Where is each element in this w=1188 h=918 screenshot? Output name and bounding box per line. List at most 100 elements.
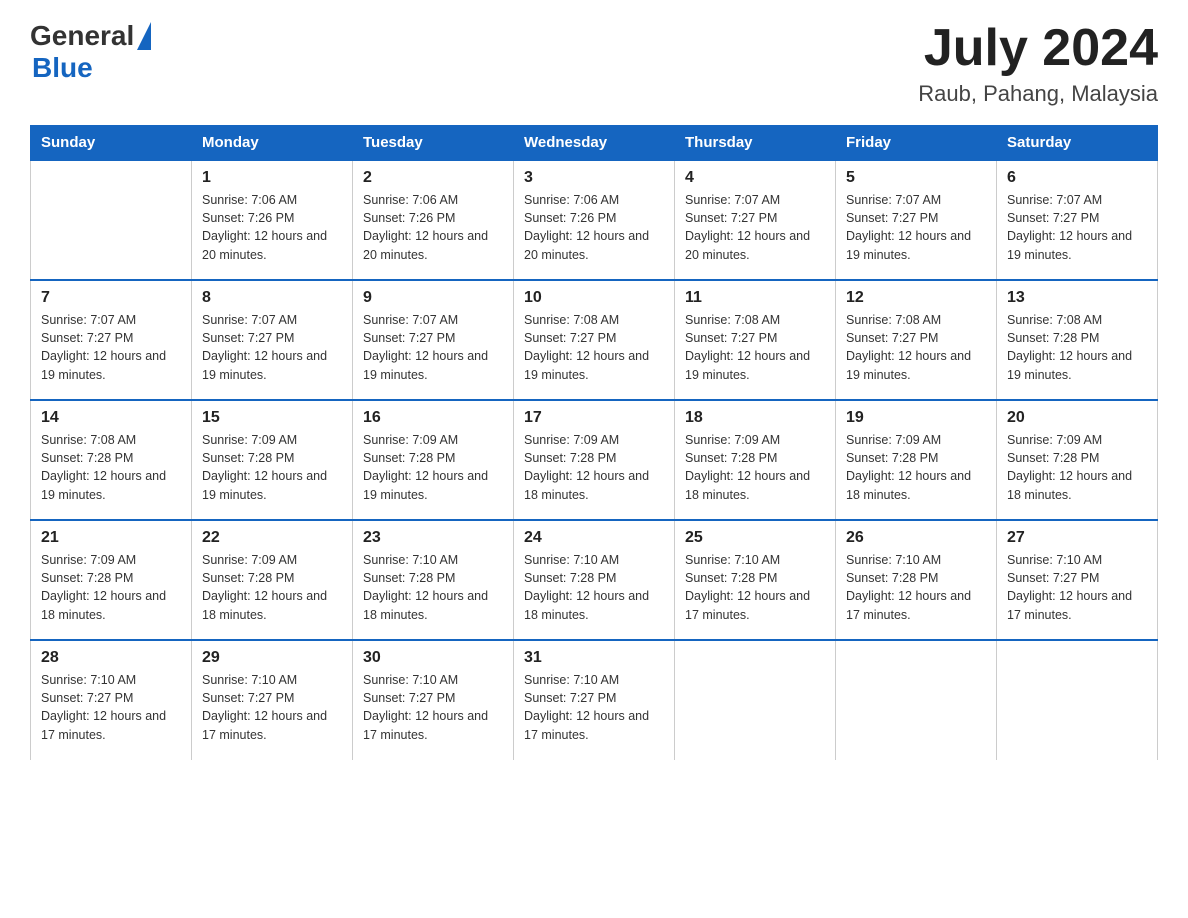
day-info: Sunrise: 7:09 AM Sunset: 7:28 PM Dayligh… [846,431,986,504]
header-monday: Monday [192,126,353,161]
day-number: 14 [41,409,181,427]
day-number: 1 [202,169,342,187]
day-number: 3 [524,169,664,187]
header-sunday: Sunday [31,126,192,161]
calendar-subtitle: Raub, Pahang, Malaysia [918,81,1158,107]
calendar-cell: 29 Sunrise: 7:10 AM Sunset: 7:27 PM Dayli… [192,640,353,760]
day-info: Sunrise: 7:06 AM Sunset: 7:26 PM Dayligh… [202,191,342,264]
calendar-cell: 31 Sunrise: 7:10 AM Sunset: 7:27 PM Dayli… [514,640,675,760]
calendar-cell [836,640,997,760]
header-tuesday: Tuesday [353,126,514,161]
calendar-cell: 14 Sunrise: 7:08 AM Sunset: 7:28 PM Dayli… [31,400,192,520]
day-info: Sunrise: 7:10 AM Sunset: 7:27 PM Dayligh… [524,671,664,744]
day-info: Sunrise: 7:08 AM Sunset: 7:27 PM Dayligh… [685,311,825,384]
day-info: Sunrise: 7:07 AM Sunset: 7:27 PM Dayligh… [363,311,503,384]
day-number: 15 [202,409,342,427]
day-info: Sunrise: 7:06 AM Sunset: 7:26 PM Dayligh… [363,191,503,264]
day-number: 31 [524,649,664,667]
header-saturday: Saturday [997,126,1158,161]
day-info: Sunrise: 7:07 AM Sunset: 7:27 PM Dayligh… [685,191,825,264]
day-number: 13 [1007,289,1147,307]
day-info: Sunrise: 7:09 AM Sunset: 7:28 PM Dayligh… [524,431,664,504]
day-info: Sunrise: 7:08 AM Sunset: 7:28 PM Dayligh… [1007,311,1147,384]
calendar-cell [997,640,1158,760]
day-number: 22 [202,529,342,547]
day-info: Sunrise: 7:10 AM Sunset: 7:28 PM Dayligh… [363,551,503,624]
calendar-cell: 17 Sunrise: 7:09 AM Sunset: 7:28 PM Dayli… [514,400,675,520]
title-block: July 2024 Raub, Pahang, Malaysia [918,20,1158,107]
day-info: Sunrise: 7:09 AM Sunset: 7:28 PM Dayligh… [41,551,181,624]
day-info: Sunrise: 7:10 AM Sunset: 7:28 PM Dayligh… [685,551,825,624]
day-info: Sunrise: 7:08 AM Sunset: 7:28 PM Dayligh… [41,431,181,504]
day-number: 26 [846,529,986,547]
day-number: 8 [202,289,342,307]
day-info: Sunrise: 7:07 AM Sunset: 7:27 PM Dayligh… [202,311,342,384]
day-number: 12 [846,289,986,307]
day-info: Sunrise: 7:10 AM Sunset: 7:28 PM Dayligh… [846,551,986,624]
day-info: Sunrise: 7:09 AM Sunset: 7:28 PM Dayligh… [363,431,503,504]
calendar-cell: 28Sunrise: 7:10 AM Sunset: 7:27 PM Dayli… [31,640,192,760]
week-row-3: 14 Sunrise: 7:08 AM Sunset: 7:28 PM Dayli… [31,400,1158,520]
header-friday: Friday [836,126,997,161]
calendar-cell: 13 Sunrise: 7:08 AM Sunset: 7:28 PM Dayli… [997,280,1158,400]
calendar-cell: 22 Sunrise: 7:09 AM Sunset: 7:28 PM Dayli… [192,520,353,640]
header-thursday: Thursday [675,126,836,161]
day-number: 20 [1007,409,1147,427]
day-info: Sunrise: 7:10 AM Sunset: 7:27 PM Dayligh… [363,671,503,744]
week-row-5: 28 Sunrise: 7:10 AM Sunset: 7:27 PM Dayli… [31,640,1158,760]
calendar-cell: 16 Sunrise: 7:09 AM Sunset: 7:28 PM Dayli… [353,400,514,520]
week-row-1: 1 Sunrise: 7:06 AM Sunset: 7:26 PM Daylig… [31,160,1158,280]
day-info: Sunrise: 7:07 AM Sunset: 7:27 PM Dayligh… [846,191,986,264]
calendar-cell: 12Sunrise: 7:08 AM Sunset: 7:27 PM Dayli… [836,280,997,400]
day-number: 21 [41,529,181,547]
calendar-cell: 11 Sunrise: 7:08 AM Sunset: 7:27 PM Dayli… [675,280,836,400]
day-number: 7 [41,289,181,307]
day-info: Sunrise: 7:10 AM Sunset: 7:27 PM Dayligh… [1007,551,1147,624]
day-number: 5 [846,169,986,187]
day-number: 2 [363,169,503,187]
logo-triangle-icon [137,22,151,50]
calendar-cell: 21 Sunrise: 7:09 AM Sunset: 7:28 PM Dayli… [31,520,192,640]
day-number: 16 [363,409,503,427]
calendar-cell: 2 Sunrise: 7:06 AM Sunset: 7:26 PM Daylig… [353,160,514,280]
calendar-cell: 30Sunrise: 7:10 AM Sunset: 7:27 PM Dayli… [353,640,514,760]
calendar-cell: 7 Sunrise: 7:07 AM Sunset: 7:27 PM Daylig… [31,280,192,400]
day-number: 28 [41,649,181,667]
calendar-cell [31,160,192,280]
day-number: 11 [685,289,825,307]
calendar-cell: 20Sunrise: 7:09 AM Sunset: 7:28 PM Dayli… [997,400,1158,520]
calendar-cell: 1 Sunrise: 7:06 AM Sunset: 7:26 PM Daylig… [192,160,353,280]
calendar-cell: 10 Sunrise: 7:08 AM Sunset: 7:27 PM Dayli… [514,280,675,400]
calendar-cell: 8 Sunrise: 7:07 AM Sunset: 7:27 PM Daylig… [192,280,353,400]
calendar-cell: 27Sunrise: 7:10 AM Sunset: 7:27 PM Dayli… [997,520,1158,640]
logo: General Blue [30,20,151,84]
day-number: 4 [685,169,825,187]
day-info: Sunrise: 7:07 AM Sunset: 7:27 PM Dayligh… [41,311,181,384]
calendar-cell: 19 Sunrise: 7:09 AM Sunset: 7:28 PM Dayli… [836,400,997,520]
calendar-cell: 18 Sunrise: 7:09 AM Sunset: 7:28 PM Dayli… [675,400,836,520]
day-number: 19 [846,409,986,427]
header-wednesday: Wednesday [514,126,675,161]
day-number: 6 [1007,169,1147,187]
calendar-cell: 3Sunrise: 7:06 AM Sunset: 7:26 PM Daylig… [514,160,675,280]
day-number: 25 [685,529,825,547]
day-info: Sunrise: 7:09 AM Sunset: 7:28 PM Dayligh… [685,431,825,504]
day-number: 17 [524,409,664,427]
week-row-4: 21 Sunrise: 7:09 AM Sunset: 7:28 PM Dayli… [31,520,1158,640]
day-number: 10 [524,289,664,307]
calendar-cell: 9 Sunrise: 7:07 AM Sunset: 7:27 PM Daylig… [353,280,514,400]
day-number: 24 [524,529,664,547]
calendar-cell: 15 Sunrise: 7:09 AM Sunset: 7:28 PM Dayli… [192,400,353,520]
calendar-cell [675,640,836,760]
calendar-cell: 25 Sunrise: 7:10 AM Sunset: 7:28 PM Dayli… [675,520,836,640]
day-number: 23 [363,529,503,547]
day-number: 29 [202,649,342,667]
day-info: Sunrise: 7:10 AM Sunset: 7:28 PM Dayligh… [524,551,664,624]
day-info: Sunrise: 7:08 AM Sunset: 7:27 PM Dayligh… [524,311,664,384]
day-info: Sunrise: 7:10 AM Sunset: 7:27 PM Dayligh… [202,671,342,744]
calendar-cell: 23 Sunrise: 7:10 AM Sunset: 7:28 PM Dayli… [353,520,514,640]
day-info: Sunrise: 7:09 AM Sunset: 7:28 PM Dayligh… [202,551,342,624]
day-number: 9 [363,289,503,307]
day-info: Sunrise: 7:09 AM Sunset: 7:28 PM Dayligh… [202,431,342,504]
day-number: 18 [685,409,825,427]
